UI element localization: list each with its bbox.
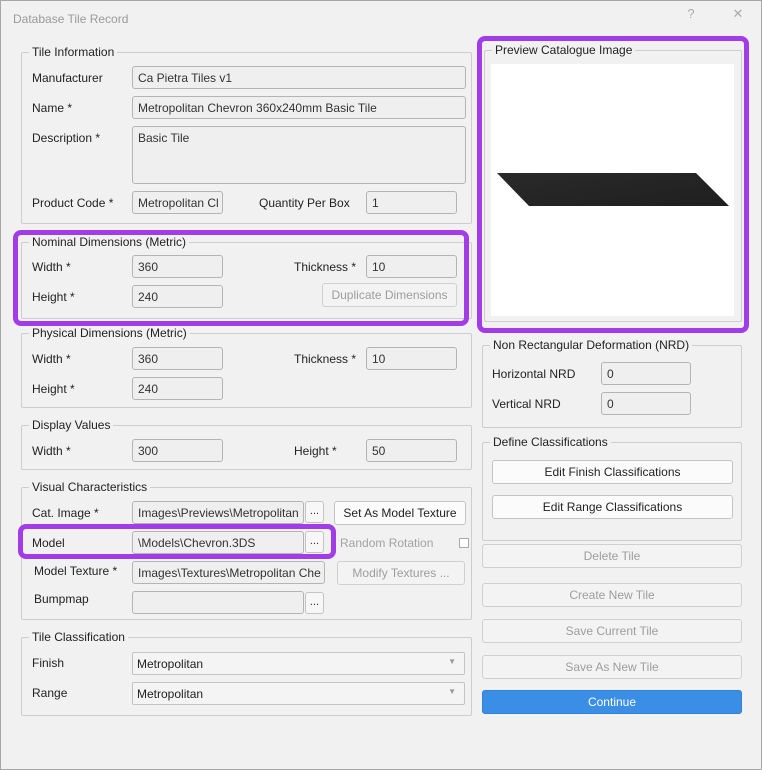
- physical-dimensions-group: Physical Dimensions (Metric): [21, 326, 472, 408]
- vertical-nrd-label: Vertical NRD: [492, 397, 561, 411]
- delete-tile-button[interactable]: Delete Tile: [482, 544, 742, 568]
- model-label: Model: [32, 536, 65, 550]
- physical-height-label: Height *: [32, 382, 75, 396]
- bumpmap-field[interactable]: [132, 591, 304, 614]
- model-browse-button[interactable]: ...: [305, 531, 324, 553]
- edit-range-classifications-button[interactable]: Edit Range Classifications: [492, 495, 733, 519]
- chevron-down-icon: ▼: [448, 657, 456, 666]
- vertical-nrd-field[interactable]: 0: [601, 392, 691, 415]
- title-bar: Database Tile Record ? ✕: [1, 1, 761, 35]
- product-code-field[interactable]: Metropolitan Cl: [132, 191, 223, 214]
- modify-textures-button[interactable]: Modify Textures ...: [337, 561, 465, 585]
- set-as-model-texture-button[interactable]: Set As Model Texture: [334, 501, 466, 525]
- nominal-height-field[interactable]: 240: [132, 285, 223, 308]
- quantity-per-box-field[interactable]: 1: [366, 191, 457, 214]
- display-values-legend: Display Values: [29, 418, 114, 432]
- preview-catalogue-legend: Preview Catalogue Image: [492, 43, 636, 57]
- nrd-group: Non Rectangular Deformation (NRD): [482, 338, 742, 428]
- nrd-legend: Non Rectangular Deformation (NRD): [490, 338, 693, 352]
- range-dropdown[interactable]: Metropolitan ▼: [132, 682, 465, 705]
- manufacturer-field[interactable]: Ca Pietra Tiles v1: [132, 66, 466, 89]
- nominal-width-field[interactable]: 360: [132, 255, 223, 278]
- define-classifications-group: Define Classifications: [482, 435, 742, 541]
- window-title: Database Tile Record: [13, 12, 129, 26]
- nominal-width-label: Width *: [32, 260, 71, 274]
- cat-image-field[interactable]: Images\Previews\Metropolitan: [132, 501, 304, 524]
- nominal-dimensions-group: Nominal Dimensions (Metric): [21, 235, 472, 319]
- random-rotation-label: Random Rotation: [340, 536, 434, 550]
- finish-label: Finish: [32, 656, 65, 670]
- finish-dropdown[interactable]: Metropolitan ▼: [132, 652, 465, 675]
- chevron-down-icon: ▼: [448, 687, 456, 696]
- save-current-tile-button[interactable]: Save Current Tile: [482, 619, 742, 643]
- save-as-new-tile-button[interactable]: Save As New Tile: [482, 655, 742, 679]
- name-field[interactable]: Metropolitan Chevron 360x240mm Basic Til…: [132, 96, 466, 119]
- cat-image-label: Cat. Image *: [32, 506, 99, 520]
- display-width-label: Width *: [32, 444, 71, 458]
- manufacturer-label: Manufacturer: [32, 71, 103, 85]
- edit-finish-classifications-button[interactable]: Edit Finish Classifications: [492, 460, 733, 484]
- model-texture-label: Model Texture *: [34, 564, 118, 578]
- nominal-thickness-field[interactable]: 10: [366, 255, 457, 278]
- physical-width-label: Width *: [32, 352, 71, 366]
- range-selected: Metropolitan: [137, 687, 204, 701]
- define-classifications-legend: Define Classifications: [490, 435, 611, 449]
- nominal-thickness-label: Thickness *: [294, 260, 357, 274]
- name-label: Name *: [32, 101, 73, 115]
- display-height-label: Height *: [294, 444, 337, 458]
- continue-button[interactable]: Continue: [482, 690, 742, 714]
- horizontal-nrd-label: Horizontal NRD: [492, 367, 576, 381]
- description-label: Description *: [32, 131, 101, 145]
- finish-selected: Metropolitan: [137, 657, 204, 671]
- cat-image-browse-button[interactable]: ...: [305, 501, 324, 523]
- tile-information-legend: Tile Information: [29, 45, 118, 59]
- physical-dimensions-legend: Physical Dimensions (Metric): [29, 326, 190, 340]
- physical-thickness-field[interactable]: 10: [366, 347, 457, 370]
- display-height-field[interactable]: 50: [366, 439, 457, 462]
- physical-height-field[interactable]: 240: [132, 377, 223, 400]
- visual-characteristics-legend: Visual Characteristics: [29, 480, 151, 494]
- description-field[interactable]: Basic Tile: [132, 126, 466, 184]
- physical-thickness-label: Thickness *: [294, 352, 357, 366]
- physical-width-field[interactable]: 360: [132, 347, 223, 370]
- create-new-tile-button[interactable]: Create New Tile: [482, 583, 742, 607]
- quantity-per-box-label: Quantity Per Box: [259, 196, 350, 210]
- nominal-height-label: Height *: [32, 290, 75, 304]
- tile-classification-legend: Tile Classification: [29, 630, 128, 644]
- dialog-window: Database Tile Record ? ✕ Tile Informatio…: [0, 0, 762, 770]
- range-label: Range: [32, 686, 68, 700]
- nominal-dimensions-legend: Nominal Dimensions (Metric): [29, 235, 190, 249]
- random-rotation-checkbox[interactable]: [459, 538, 469, 548]
- chevron-tile-shape: [497, 173, 729, 206]
- duplicate-dimensions-button[interactable]: Duplicate Dimensions: [322, 283, 457, 307]
- horizontal-nrd-field[interactable]: 0: [601, 362, 691, 385]
- model-texture-field[interactable]: Images\Textures\Metropolitan Che: [132, 561, 325, 584]
- product-code-label: Product Code *: [32, 196, 114, 210]
- model-field[interactable]: \Models\Chevron.3DS: [132, 531, 304, 554]
- help-button[interactable]: ?: [681, 5, 701, 25]
- close-button[interactable]: ✕: [728, 5, 748, 25]
- tile-preview-graphic: [497, 173, 729, 206]
- display-width-field[interactable]: 300: [132, 439, 223, 462]
- preview-image: [491, 64, 734, 316]
- bumpmap-browse-button[interactable]: ...: [305, 592, 324, 614]
- bumpmap-label: Bumpmap: [34, 592, 89, 606]
